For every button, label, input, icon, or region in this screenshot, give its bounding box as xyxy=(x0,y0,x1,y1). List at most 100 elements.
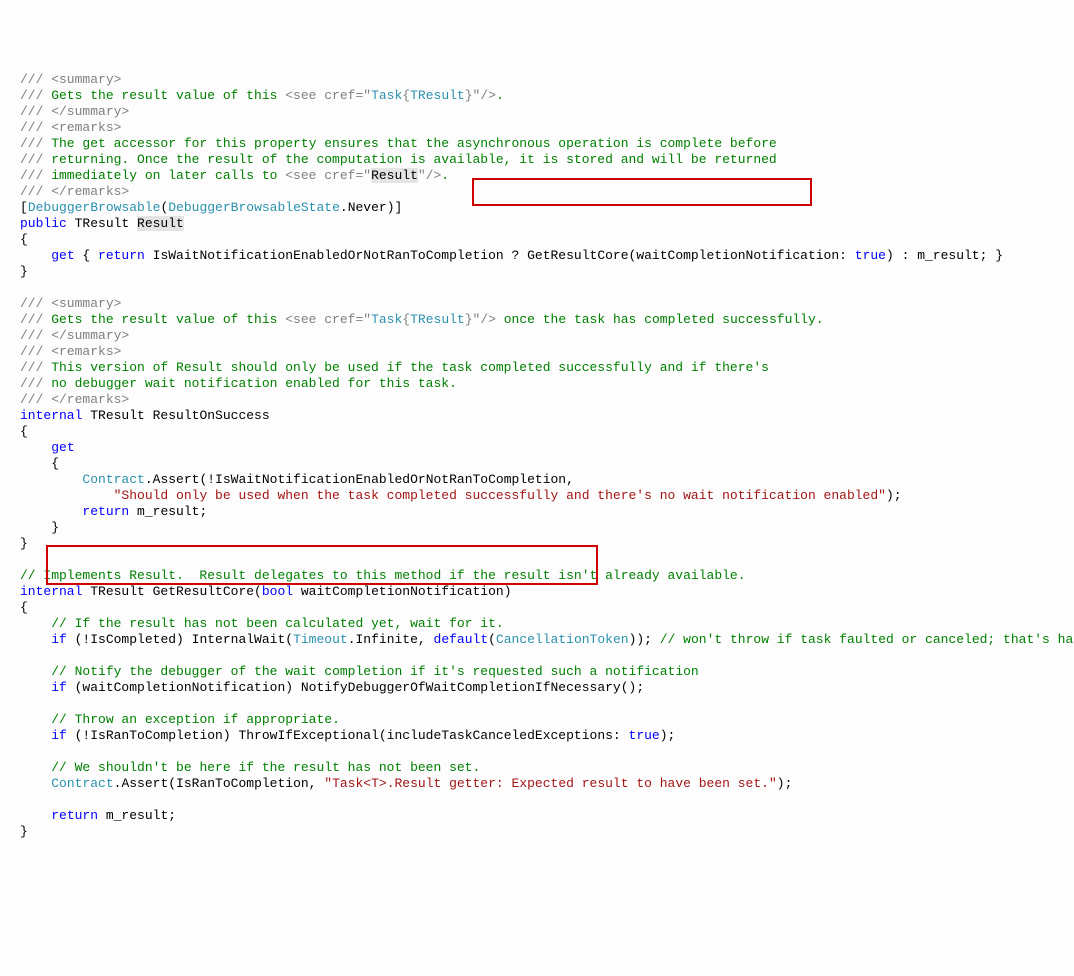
type-ref: CancellationToken xyxy=(496,632,629,647)
code: .Assert(!IsWaitNotificationEnabledOrNotR… xyxy=(145,472,574,487)
indent xyxy=(20,808,51,823)
doc-tag: }"/> xyxy=(465,88,496,103)
doc-slash: /// xyxy=(20,344,43,359)
code: IsWaitNotificationEnabledOrNotRanToCompl… xyxy=(145,248,855,263)
code: (!IsCompleted) InternalWait( xyxy=(67,632,293,647)
doc-slash: /// xyxy=(20,104,43,119)
code: m_result; xyxy=(98,808,176,823)
doc-tag: <remarks> xyxy=(43,120,121,135)
punct: [ xyxy=(20,200,28,215)
doc-tag: <remarks> xyxy=(43,344,121,359)
keyword: default xyxy=(434,632,489,647)
keyword: internal xyxy=(20,584,82,599)
indent xyxy=(20,712,51,727)
code: ) : m_result; } xyxy=(886,248,1003,263)
type-ref: TResult xyxy=(410,88,465,103)
indent xyxy=(20,664,51,679)
type-ref: Timeout xyxy=(293,632,348,647)
code: .Infinite, xyxy=(348,632,434,647)
doc-slash: /// xyxy=(20,376,43,391)
indent xyxy=(20,776,51,791)
brace: } xyxy=(20,536,28,551)
code: ); xyxy=(777,776,793,791)
comment: // won't throw if task faulted or cancel… xyxy=(660,632,1074,647)
brace: { xyxy=(20,424,28,439)
indent xyxy=(20,760,51,775)
indent xyxy=(20,440,51,455)
code: )); xyxy=(629,632,660,647)
code: ); xyxy=(660,728,676,743)
doc-slash: /// xyxy=(20,296,43,311)
doc-slash: /// xyxy=(20,312,43,327)
keyword: internal xyxy=(20,408,82,423)
type-ref: Task xyxy=(371,88,402,103)
brace: { xyxy=(20,600,28,615)
doc-text: no debugger wait notification enabled fo… xyxy=(43,376,456,391)
string: "Should only be used when the task compl… xyxy=(114,488,886,503)
code: ( xyxy=(488,632,496,647)
code: { xyxy=(75,248,98,263)
brace: } xyxy=(20,264,28,279)
doc-tag: { xyxy=(402,312,410,327)
doc-text: once the task has completed successfully… xyxy=(496,312,824,327)
doc-tag: <summary> xyxy=(43,72,121,87)
keyword: return xyxy=(51,808,98,823)
code: ); xyxy=(886,488,902,503)
doc-slash: /// xyxy=(20,328,43,343)
doc-slash: /// xyxy=(20,72,43,87)
keyword: true xyxy=(855,248,886,263)
doc-text: returning. Once the result of the comput… xyxy=(43,152,776,167)
comment: // Notify the debugger of the wait compl… xyxy=(51,664,699,679)
keyword: true xyxy=(629,728,660,743)
doc-slash: /// xyxy=(20,152,43,167)
doc-slash: /// xyxy=(20,392,43,407)
string: "Task<T>.Result getter: Expected result … xyxy=(324,776,776,791)
type-ref: DebuggerBrowsableState xyxy=(168,200,340,215)
doc-text: Gets the result value of this xyxy=(43,312,285,327)
indent xyxy=(20,680,51,695)
code: m_result; xyxy=(129,504,207,519)
doc-text: immediately on later calls to xyxy=(43,168,285,183)
doc-text: This version of Result should only be us… xyxy=(43,360,769,375)
indent xyxy=(20,632,51,647)
keyword: get xyxy=(51,440,74,455)
doc-tag: </summary> xyxy=(43,328,129,343)
type-ref: TResult xyxy=(410,312,465,327)
keyword: get xyxy=(51,248,74,263)
brace: } xyxy=(20,824,28,839)
doc-tag: }"/> xyxy=(465,312,496,327)
type-ref: DebuggerBrowsable xyxy=(28,200,161,215)
code: waitCompletionNotification) xyxy=(293,584,511,599)
keyword: return xyxy=(98,248,145,263)
doc-tag: { xyxy=(402,88,410,103)
keyword: if xyxy=(51,632,67,647)
keyword: public xyxy=(20,216,67,231)
property-name: Result xyxy=(137,216,184,231)
type-ref: Contract xyxy=(82,472,144,487)
code: (waitCompletionNotification) NotifyDebug… xyxy=(67,680,644,695)
code: (!IsRanToCompletion) ThrowIfExceptional(… xyxy=(67,728,629,743)
code-block: /// <summary> /// Gets the result value … xyxy=(20,72,1074,840)
brace: } xyxy=(20,520,59,535)
indent xyxy=(20,488,114,503)
brace: { xyxy=(20,456,59,471)
doc-slash: /// xyxy=(20,136,43,151)
type-ref: Task xyxy=(371,312,402,327)
keyword: return xyxy=(82,504,129,519)
keyword: if xyxy=(51,680,67,695)
type-ref: Contract xyxy=(51,776,113,791)
doc-tag: </remarks> xyxy=(43,392,129,407)
keyword: if xyxy=(51,728,67,743)
indent xyxy=(20,504,82,519)
doc-tag: <see cref=" xyxy=(285,312,371,327)
code: TResult xyxy=(67,216,137,231)
indent xyxy=(20,616,51,631)
doc-tag: "/> xyxy=(418,168,441,183)
doc-tag: </summary> xyxy=(43,104,129,119)
comment: // We shouldn't be here if the result ha… xyxy=(51,760,480,775)
doc-text: . xyxy=(441,168,449,183)
cref-name: Result xyxy=(371,168,418,183)
code: TResult ResultOnSuccess xyxy=(82,408,269,423)
doc-text: The get accessor for this property ensur… xyxy=(43,136,776,151)
doc-tag: </remarks> xyxy=(43,184,129,199)
